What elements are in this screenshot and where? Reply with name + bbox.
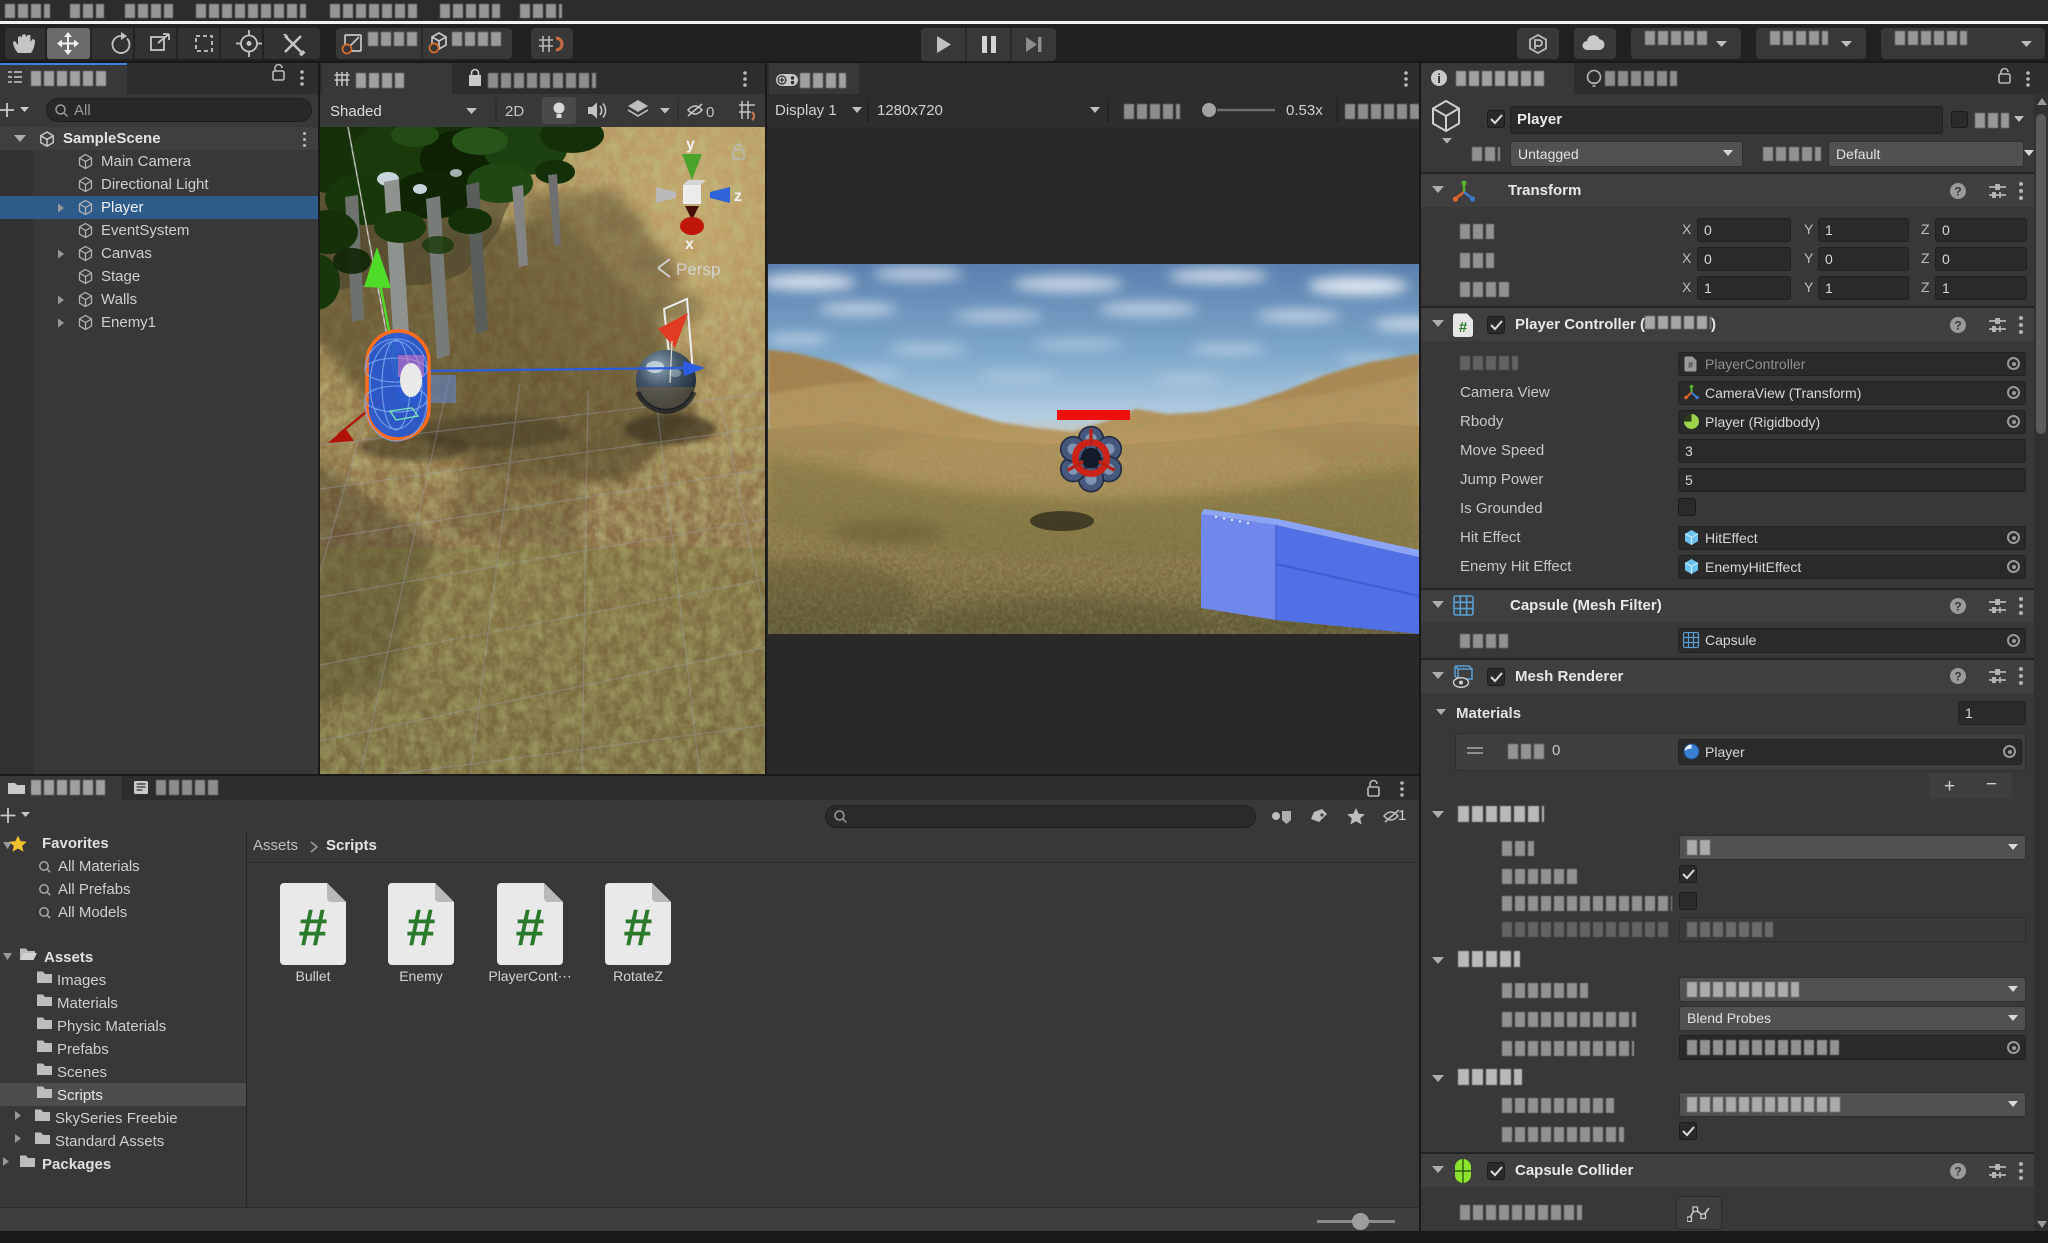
svg-text:0: 0 (706, 104, 714, 121)
svg-text:2D: 2D (505, 103, 524, 120)
svg-text:#: # (1459, 319, 1468, 336)
svg-text:0.53x: 0.53x (1286, 102, 1323, 119)
svg-text:Display 1: Display 1 (775, 102, 837, 119)
svg-text:Persp: Persp (676, 260, 720, 279)
svg-text:x: x (685, 236, 694, 253)
svg-text:1280x720: 1280x720 (877, 102, 943, 119)
svg-text:Shaded: Shaded (330, 103, 382, 120)
svg-text:i: i (1437, 71, 1441, 86)
svg-text:z: z (734, 188, 742, 205)
svg-text:#: # (1688, 360, 1693, 370)
svg-text:y: y (686, 136, 695, 153)
